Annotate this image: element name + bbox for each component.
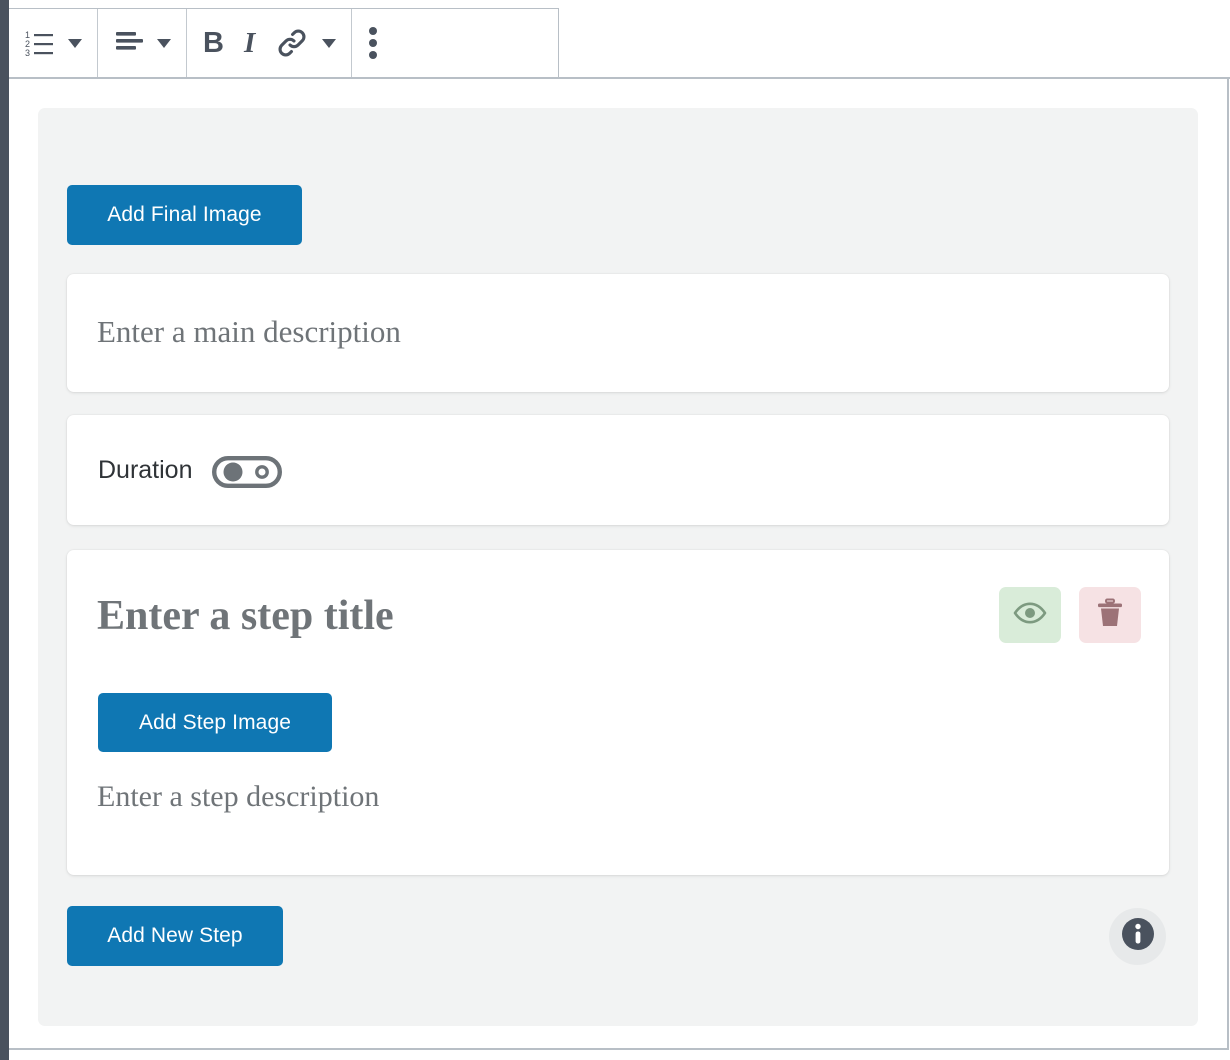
left-edge-rail	[0, 0, 9, 1060]
more-formatting-dropdown[interactable]	[319, 9, 345, 77]
step-title-input[interactable]: Enter a step title	[97, 592, 394, 640]
more-options-button[interactable]	[358, 9, 388, 77]
numbered-list-icon: 1 2 3	[25, 29, 55, 57]
duration-toggle[interactable]	[212, 456, 282, 489]
toolbar-group-list: 1 2 3	[9, 9, 98, 77]
info-icon	[1119, 915, 1157, 958]
chevron-down-icon	[322, 38, 337, 48]
align-left-icon	[114, 30, 144, 56]
svg-text:3: 3	[25, 48, 30, 57]
bold-button[interactable]: B	[193, 9, 234, 77]
alignment-options-dropdown[interactable]	[154, 9, 180, 77]
add-final-image-button[interactable]: Add Final Image	[67, 185, 302, 245]
duration-card: Duration	[67, 415, 1169, 525]
chevron-down-icon	[157, 38, 171, 48]
eye-icon	[1013, 601, 1047, 630]
italic-icon: I	[243, 26, 256, 59]
delete-step-button[interactable]	[1079, 587, 1141, 643]
bold-icon: B	[203, 26, 224, 59]
link-icon	[275, 26, 309, 60]
preview-step-button[interactable]	[999, 587, 1061, 643]
editor-toolbar: 1 2 3 B I	[9, 8, 559, 78]
add-new-step-button[interactable]: Add New Step	[67, 906, 283, 966]
link-button[interactable]	[265, 9, 319, 77]
main-description-input[interactable]: Enter a main description	[97, 314, 401, 350]
list-options-dropdown[interactable]	[65, 9, 91, 77]
add-step-image-button[interactable]: Add Step Image	[98, 693, 332, 752]
toolbar-group-format: B I	[187, 9, 353, 77]
align-button[interactable]	[104, 9, 154, 77]
trash-icon	[1096, 598, 1124, 633]
toolbar-group-align	[98, 9, 187, 77]
duration-label: Duration	[98, 456, 193, 484]
italic-button[interactable]: I	[234, 9, 265, 77]
main-description-card[interactable]: Enter a main description	[67, 274, 1169, 392]
numbered-list-button[interactable]: 1 2 3	[15, 9, 65, 77]
info-button[interactable]	[1109, 908, 1166, 965]
step-description-input[interactable]: Enter a step description	[97, 780, 379, 814]
toggle-off-icon	[212, 456, 282, 489]
kebab-menu-icon	[368, 26, 378, 60]
toolbar-group-overflow	[352, 9, 394, 77]
chevron-down-icon	[68, 38, 82, 48]
step-card: Enter a step title Add Step Image Enter …	[67, 550, 1169, 875]
